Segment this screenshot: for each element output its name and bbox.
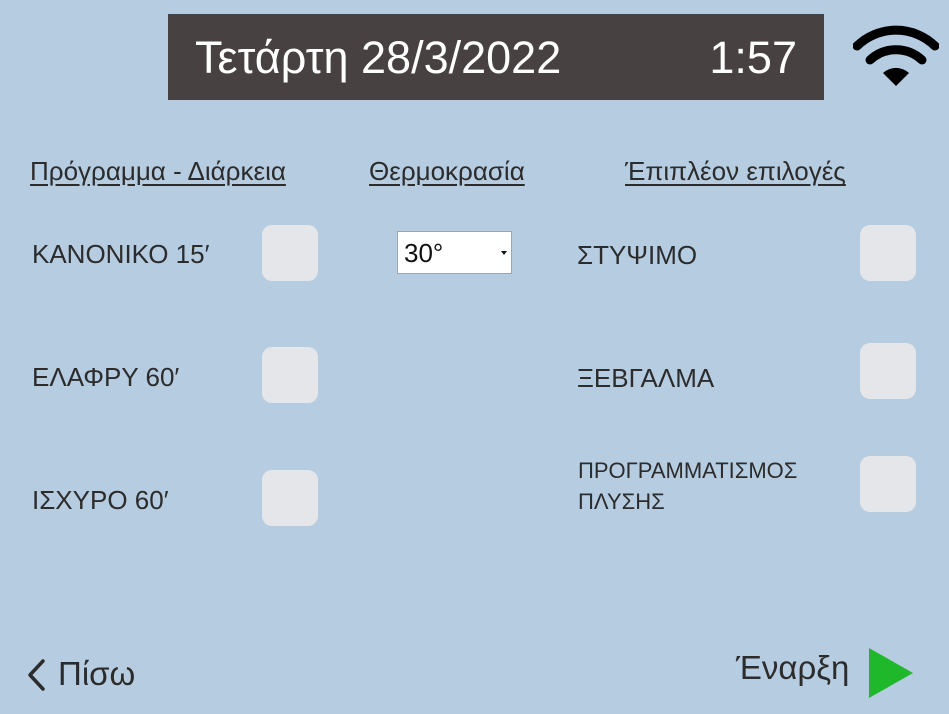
program-checkbox-light[interactable] [262,347,318,403]
option-label-schedule: ΠΡΟΓΡΑΜΜΑΤΙΣΜΟΣ ΠΛΥΣΗΣ [578,458,798,514]
temperature-heading: Θερμοκρασία [369,156,525,186]
wifi-icon [853,25,939,86]
option-label-spin: ΣΤΥΨΙΜΟ [577,240,698,270]
play-icon [869,648,913,698]
current-time: 1:57 [709,32,797,83]
program-label-normal: ΚΑΝΟΝΙΚΟ 15′ [32,239,210,269]
start-label: Έναρξη [736,649,850,686]
program-label-light: ΕΛΑΦΡΥ 60′ [32,362,180,392]
temperature-select[interactable]: 30° [397,231,512,274]
option-checkbox-spin[interactable] [860,225,916,281]
option-checkbox-schedule[interactable] [860,456,916,512]
program-duration-heading: Πρόγραμμα - Διάρκεια [30,156,286,186]
chevron-down-icon [501,251,507,255]
option-label-rinse: ΞΕΒΓΑΛΜΑ [577,363,715,393]
program-checkbox-normal[interactable] [262,225,318,281]
extra-options-heading: Έπιπλέον επιλογές [625,156,846,186]
back-label: Πίσω [58,655,136,692]
status-header: Τετάρτη 28/3/2022 1:57 [168,14,824,100]
start-button[interactable]: Έναρξη [736,645,916,701]
current-date: Τετάρτη 28/3/2022 [195,32,562,83]
option-checkbox-rinse[interactable] [860,343,916,399]
program-checkbox-intensive[interactable] [262,470,318,526]
temperature-value: 30° [404,238,444,268]
chevron-left-icon [28,659,45,691]
program-label-intensive: ΙΣΧΥΡΟ 60′ [32,485,169,515]
